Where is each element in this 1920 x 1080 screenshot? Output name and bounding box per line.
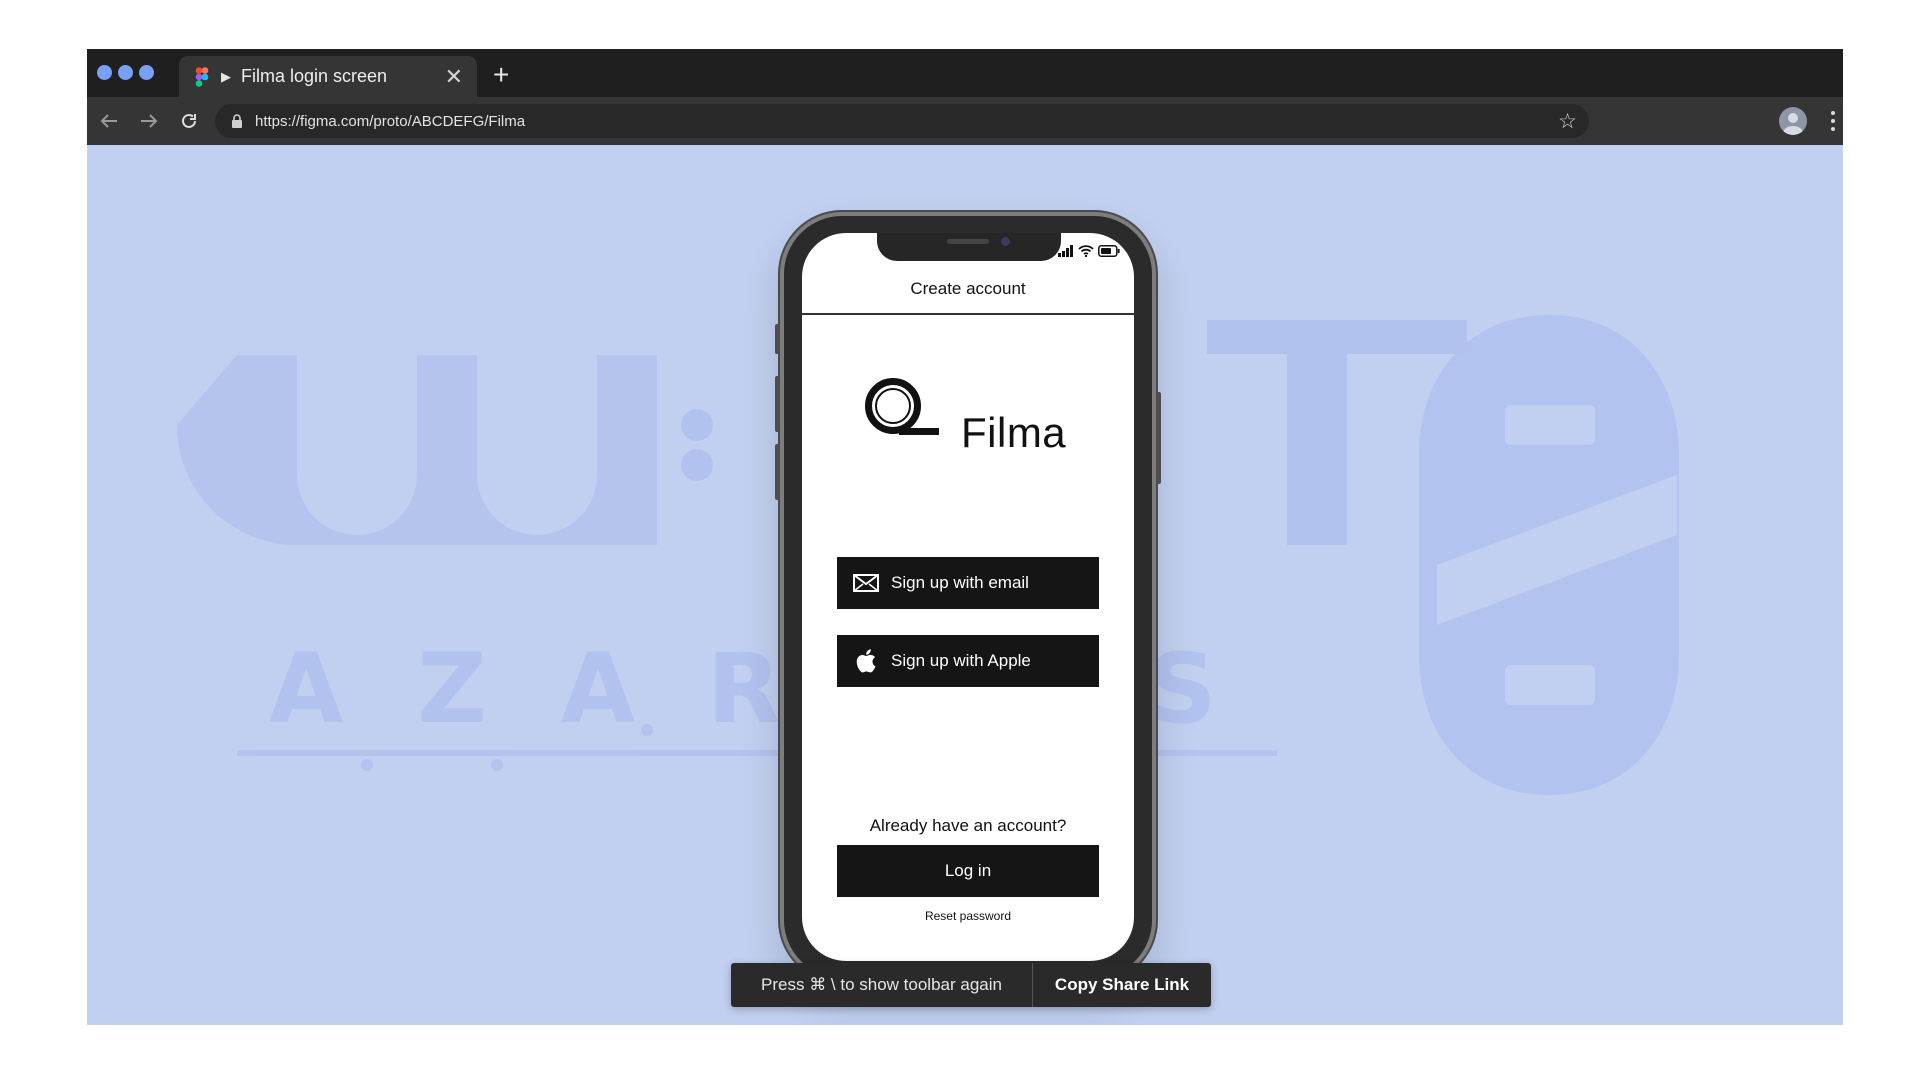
browser-toolbar: https://figma.com/proto/ABCDEFG/Filma ☆ — [87, 97, 1843, 145]
page-title: Create account — [910, 279, 1026, 298]
toolbar-hint-text: Press ⌘ \ to show toolbar again — [761, 975, 1002, 994]
window-minimize-dot[interactable] — [118, 65, 133, 80]
bookmark-star-icon[interactable]: ☆ — [1558, 109, 1577, 134]
copy-share-link-button[interactable]: Copy Share Link — [1033, 975, 1211, 995]
header-divider — [802, 313, 1134, 315]
profile-avatar[interactable] — [1779, 107, 1807, 135]
filma-reel-icon — [865, 378, 921, 434]
browser-menu-icon[interactable] — [1827, 109, 1839, 133]
figma-favicon-icon — [195, 66, 209, 87]
apple-icon — [852, 649, 880, 673]
watermark-letter: A — [268, 633, 344, 745]
back-arrow-icon[interactable] — [95, 107, 123, 135]
wifi-icon — [1078, 245, 1094, 257]
phone-mockup: Create account Filma Sign up with email … — [775, 212, 1161, 982]
sign-up-apple-button[interactable]: Sign up with Apple — [837, 635, 1099, 687]
forward-arrow-icon[interactable] — [135, 107, 163, 135]
signal-icon — [1058, 245, 1073, 257]
battery-icon — [1098, 245, 1120, 257]
window-close-dot[interactable] — [97, 65, 112, 80]
status-bar — [1058, 243, 1120, 257]
sign-up-email-button[interactable]: Sign up with email — [837, 557, 1099, 609]
log-in-button[interactable]: Log in — [837, 845, 1099, 897]
lock-icon — [232, 114, 242, 128]
url-text[interactable]: https://figma.com/proto/ABCDEFG/Filma — [255, 113, 525, 130]
browser-window: ▶ Filma login screen ✕ + https://figma.c… — [87, 49, 1843, 1025]
watermark-letter: A — [560, 633, 636, 745]
tab-title: Filma login screen — [241, 66, 388, 86]
address-bar[interactable]: https://figma.com/proto/ABCDEFG/Filma ☆ — [215, 104, 1589, 138]
envelope-icon — [852, 572, 880, 594]
already-have-account-text: Already have an account? — [869, 816, 1067, 835]
tab-play-icon: ▶ — [221, 68, 231, 84]
browser-tab[interactable]: ▶ Filma login screen ✕ — [179, 56, 477, 97]
browser-titlebar: ▶ Filma login screen ✕ + — [87, 49, 1843, 97]
phone-screen: Create account Filma Sign up with email … — [802, 233, 1134, 961]
new-tab-icon[interactable]: + — [493, 61, 509, 89]
sign-up-apple-label: Sign up with Apple — [891, 651, 1031, 670]
window-zoom-dot[interactable] — [139, 65, 154, 80]
phone-notch — [877, 233, 1061, 261]
toolbar-hint-toast: Press ⌘ \ to show toolbar again Copy Sha… — [731, 963, 1211, 1007]
reload-icon[interactable] — [175, 107, 203, 135]
watermark-letter: Z — [417, 633, 487, 745]
reset-password-link[interactable]: Reset password — [802, 909, 1134, 923]
filma-logo: Filma — [865, 378, 1085, 460]
logo-wordmark: Filma — [961, 409, 1067, 456]
sign-up-email-label: Sign up with email — [891, 573, 1029, 592]
tab-close-icon[interactable]: ✕ — [445, 65, 463, 88]
